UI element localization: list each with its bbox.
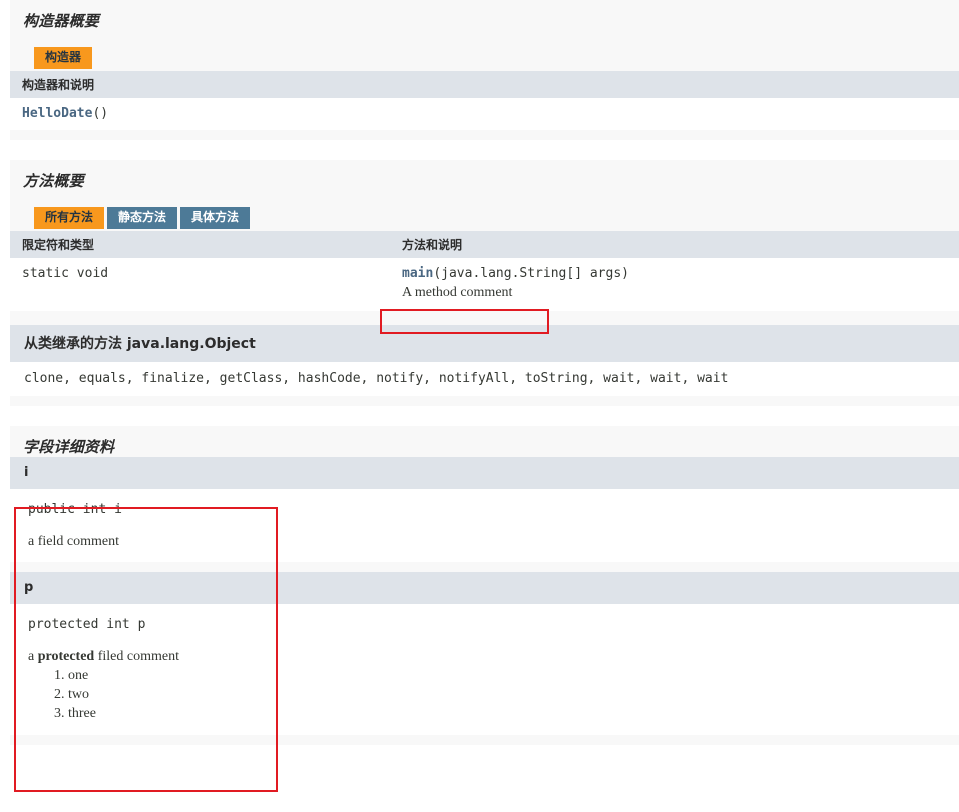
method-summary-section: 方法概要 所有方法 静态方法 具体方法 限定符和类型 方法和说明 static … [10,160,959,406]
method-summary-table: 限定符和类型 方法和说明 static void main(java.lang.… [10,231,959,311]
method-description-cell: main(java.lang.String[] args) A method c… [390,258,959,311]
method-params: (java.lang.String[] args) [433,266,629,281]
constructor-tab-strip: 构造器 [10,47,959,71]
field-name-p: p [10,572,959,604]
table-header-row: 限定符和类型 方法和说明 [10,231,959,258]
col-header-constructor-desc: 构造器和说明 [10,71,959,98]
field-gap [10,562,959,572]
tab-static-methods[interactable]: 静态方法 [107,207,178,229]
field-comment-text-i: a field comment [28,534,119,549]
field-comment-list-p: one two three [28,666,959,723]
inherited-methods-list: clone, equals, finalize, getClass, hashC… [10,362,959,396]
field-name-i: i [10,457,959,489]
field-signature-i: public int i [28,502,122,517]
list-item: one [68,666,959,685]
section-gap [0,140,959,160]
javadoc-page: 构造器概要 构造器 构造器和说明 HelloDate() 方法概要 所有方法 静… [0,0,959,812]
method-modifier-cell: static void [10,258,390,311]
field-comment-prefix-p: a [28,649,38,664]
col-header-modifier-type: 限定符和类型 [10,231,390,258]
table-row: HelloDate() [10,98,959,130]
method-link-main[interactable]: main [402,266,433,281]
method-comment: A method comment [402,285,513,300]
field-body-p: protected int p a protected filed commen… [10,604,959,735]
field-detail-heading: 字段详细资料 [23,438,115,456]
field-entry-i: i public int i a field comment [10,457,959,562]
field-signature-p: protected int p [28,617,146,632]
field-comment-bold-p: protected [37,649,95,664]
constructor-parens: () [92,106,109,121]
tab-all-methods[interactable]: 所有方法 [34,207,105,229]
list-item: two [68,685,959,704]
inherited-methods-label: 从类继承的方法 [24,336,122,352]
list-item: three [68,704,959,723]
inherited-from-class-link[interactable]: java.lang.Object [127,336,256,352]
section-gap [0,406,959,426]
inherited-methods-header: 从类继承的方法 java.lang.Object [10,325,959,362]
method-summary-heading: 方法概要 [23,172,84,190]
constructor-summary-heading: 构造器概要 [23,12,100,30]
col-header-method-desc: 方法和说明 [390,231,959,258]
tab-concrete-methods[interactable]: 具体方法 [180,207,251,229]
field-comment-i: a field comment [28,533,959,550]
field-body-i: public int i a field comment [10,489,959,562]
constructor-summary-section: 构造器概要 构造器 构造器和说明 HelloDate() [10,0,959,140]
field-entry-p: p protected int p a protected filed comm… [10,572,959,735]
tab-constructors[interactable]: 构造器 [34,47,93,69]
table-header-row: 构造器和说明 [10,71,959,98]
method-tab-strip: 所有方法 静态方法 具体方法 [10,207,959,231]
constructor-cell: HelloDate() [10,98,959,130]
constructor-summary-table: 构造器和说明 HelloDate() [10,71,959,130]
field-comment-suffix-p: filed comment [94,649,179,664]
constructor-link-hellodate[interactable]: HelloDate [22,106,92,121]
field-detail-section: 字段详细资料 i public int i a field comment p … [10,426,959,745]
field-comment-p: a protected filed comment one two three [28,648,959,723]
method-signature: main(java.lang.String[] args) [402,265,956,282]
table-row: static void main(java.lang.String[] args… [10,258,959,311]
